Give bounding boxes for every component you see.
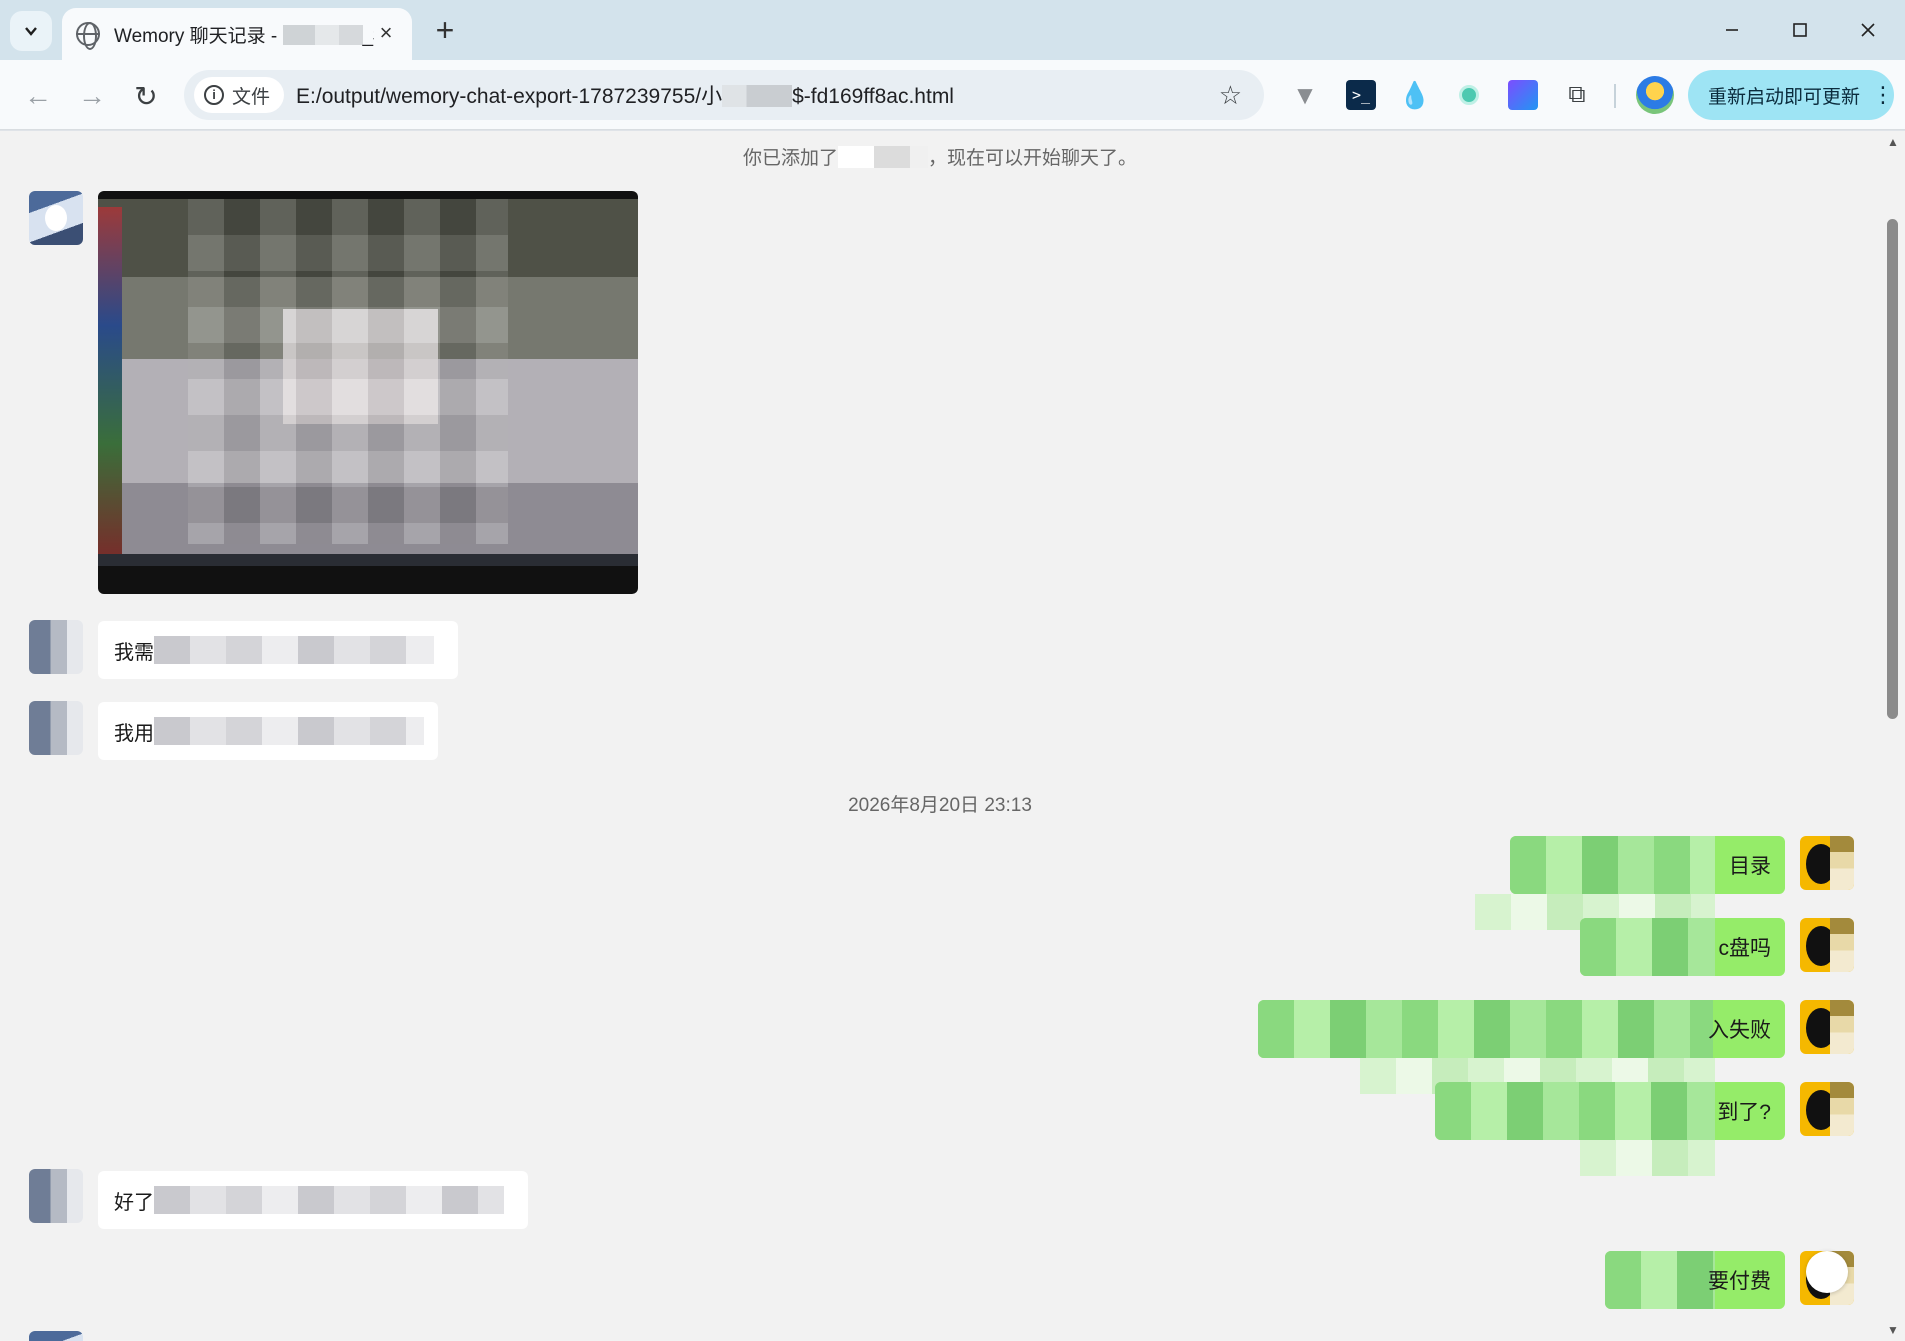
tab-title: Wemory 聊天记录 - _$ (114, 21, 374, 48)
url-text[interactable]: E:/output/wemory-chat-export-1787239755/… (296, 80, 954, 110)
robot-extension-icon[interactable] (1454, 80, 1484, 110)
system-notice-suffix: ，现在可以开始聊天了。 (928, 148, 1138, 169)
my-avatar[interactable] (1800, 918, 1854, 972)
url-prefix: E:/output/wemory-chat-export-1787239755/… (296, 85, 723, 108)
vertical-scrollbar[interactable]: ▲ ▼ (1880, 131, 1905, 1341)
chevron-down-icon (25, 27, 37, 36)
info-icon: i (204, 85, 224, 105)
url-suffix: $-fd169ff8ac.html (792, 85, 954, 108)
tab-title-text: Wemory 聊天记录 - (114, 25, 283, 47)
photo-desktop-icons (98, 207, 122, 562)
browser-toolbar: ← → ↻ i 文件 E:/output/wemory-chat-export-… (0, 60, 1905, 130)
tab-title-mosaic (282, 24, 363, 45)
image-message[interactable] (98, 191, 638, 594)
droplet-extension-icon[interactable]: 💧 (1399, 80, 1431, 110)
site-info-chip[interactable]: i 文件 (194, 77, 285, 113)
arrow-left-icon: ← (24, 80, 52, 111)
extensions-puzzle-icon[interactable]: ⧉ (1562, 80, 1592, 110)
back-button[interactable]: ← (18, 76, 58, 116)
minimize-button[interactable] (1704, 10, 1760, 50)
outgoing-message[interactable]: 入失败 (1258, 1000, 1785, 1058)
incoming-message[interactable]: 我需 (98, 621, 458, 679)
scroll-up-icon[interactable]: ▲ (1887, 135, 1899, 149)
site-info-label: 文件 (232, 86, 271, 108)
incoming-message[interactable]: 我用 (98, 702, 438, 760)
scroll-down-icon[interactable]: ▼ (1887, 1323, 1899, 1337)
tab-strip: Wemory 聊天记录 - _$ × + (0, 0, 1905, 60)
update-button[interactable]: 重新启动即可更新 ⋮ (1688, 70, 1894, 120)
toolbar-divider (1614, 84, 1616, 108)
tab-close-icon[interactable]: × (374, 22, 398, 46)
message-text: c盘吗 (1718, 937, 1772, 960)
minimize-icon (1726, 29, 1738, 31)
outgoing-message[interactable]: c盘吗 (1580, 918, 1785, 976)
outgoing-message[interactable]: 到了? (1435, 1082, 1785, 1140)
contact-name-mosaic (838, 146, 928, 168)
photo-taskbar (98, 554, 638, 566)
outgoing-message[interactable]: 目录 (1510, 836, 1785, 894)
maximize-icon (1793, 23, 1807, 37)
message-mosaic (154, 717, 424, 745)
tab-title-suffix: _$ (362, 25, 374, 47)
message-mosaic (1580, 918, 1715, 976)
image-extension-icon[interactable] (1508, 80, 1538, 110)
chat-page: 你已添加了 ，现在可以开始聊天了。 我需 我用 2026年8月20日 23:13 … (0, 131, 1880, 1341)
my-avatar[interactable] (1800, 836, 1854, 890)
timestamp-divider: 2026年8月20日 23:13 (848, 795, 1032, 816)
new-tab-button[interactable]: + (428, 14, 462, 48)
message-text: 好了 (114, 1191, 154, 1214)
incoming-message[interactable]: 好了 (98, 1171, 528, 1229)
reload-button[interactable]: ↻ (126, 76, 166, 116)
close-window-button[interactable] (1840, 10, 1896, 50)
message-text: 到了? (1717, 1101, 1771, 1124)
profile-avatar[interactable] (1636, 76, 1674, 114)
close-icon (1861, 23, 1875, 37)
message-text: 我需 (114, 641, 154, 664)
scroll-to-top-button[interactable] (1806, 1251, 1848, 1293)
more-vert-icon: ⋮ (1872, 82, 1894, 107)
address-bar[interactable]: i 文件 E:/output/wemory-chat-export-178723… (184, 70, 1264, 120)
my-avatar[interactable] (1800, 1082, 1854, 1136)
message-mosaic-overflow (1580, 1140, 1715, 1176)
terminal-extension-icon[interactable]: >_ (1346, 80, 1376, 110)
photo-mosaic (188, 199, 508, 544)
tab-search-button[interactable] (10, 11, 52, 51)
url-mosaic (722, 85, 793, 107)
message-mosaic (154, 636, 434, 664)
maximize-button[interactable] (1772, 10, 1828, 50)
contact-avatar[interactable] (29, 1331, 83, 1341)
message-mosaic (1605, 1251, 1715, 1309)
contact-avatar[interactable] (29, 1169, 83, 1223)
bookmark-star-icon[interactable]: ☆ (1219, 80, 1242, 111)
message-text: 要付费 (1708, 1270, 1771, 1293)
contact-avatar[interactable] (29, 191, 83, 245)
photo-content (98, 199, 638, 562)
system-notice: 你已添加了 ，现在可以开始聊天了。 (0, 143, 1880, 170)
outgoing-message[interactable]: 要付费 (1605, 1251, 1785, 1309)
vue-extension-icon[interactable]: ▼ (1290, 80, 1320, 110)
my-avatar[interactable] (1800, 1000, 1854, 1054)
globe-icon (76, 22, 100, 50)
message-mosaic (1510, 836, 1715, 894)
contact-avatar[interactable] (29, 701, 83, 755)
contact-avatar[interactable] (29, 620, 83, 674)
scrollbar-thumb[interactable] (1887, 219, 1898, 719)
message-text: 入失败 (1708, 1019, 1771, 1042)
message-text: 我用 (114, 722, 154, 745)
reload-icon: ↻ (134, 80, 158, 112)
update-button-label: 重新启动即可更新 (1708, 86, 1861, 108)
message-text: 目录 (1729, 855, 1771, 878)
system-notice-prefix: 你已添加了 (742, 148, 838, 169)
message-mosaic (1258, 1000, 1713, 1058)
arrow-right-icon: → (78, 80, 106, 111)
forward-button[interactable]: → (72, 76, 112, 116)
message-mosaic (1435, 1082, 1715, 1140)
message-mosaic (154, 1186, 504, 1214)
active-tab[interactable]: Wemory 聊天记录 - _$ × (62, 8, 412, 60)
